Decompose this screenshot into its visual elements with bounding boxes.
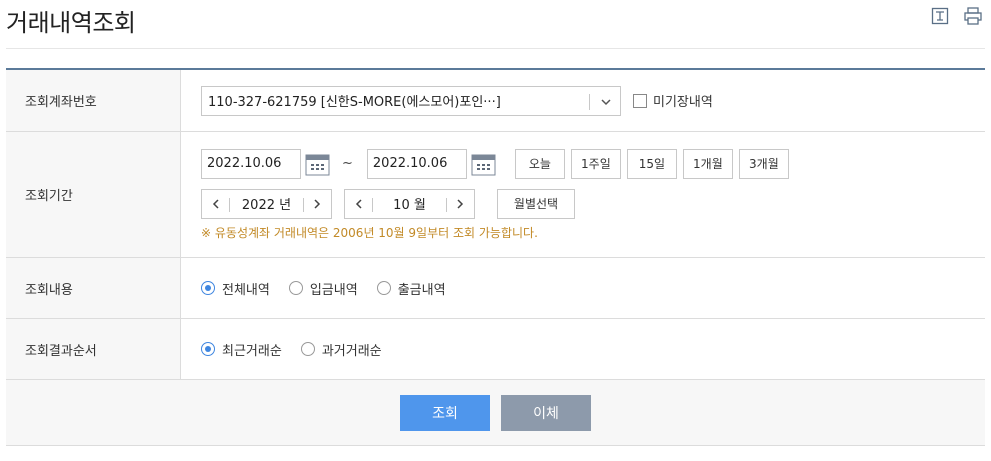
content-type-radio-group: 전체내역 입금내역 출금내역 — [201, 279, 985, 298]
transfer-button[interactable]: 이체 — [501, 394, 591, 431]
month-stepper: 10 월 — [344, 188, 475, 219]
radio-recent-first[interactable]: 최근거래순 — [201, 340, 282, 359]
month-value: 10 월 — [393, 198, 426, 213]
period-today-button[interactable]: 오늘 — [514, 148, 565, 179]
period-3months-button[interactable]: 3개월 — [738, 148, 789, 179]
calendar-icon[interactable] — [303, 149, 332, 179]
start-date-input[interactable]: 2022.10.06 — [201, 148, 301, 179]
month-prev-button[interactable] — [345, 190, 373, 218]
month-select-button[interactable]: 월별선택 — [497, 188, 575, 219]
search-button[interactable]: 조회 — [400, 394, 490, 431]
row-result-order: 조회결과순서 최근거래순 과거거래순 — [6, 319, 985, 380]
radio-unselected-icon — [288, 281, 303, 295]
content-type-label: 조회내용 — [6, 258, 181, 318]
period-1week-button[interactable]: 1주일 — [570, 148, 621, 179]
radio-unselected-icon — [300, 342, 315, 356]
unposted-checkbox[interactable] — [633, 93, 647, 108]
month-next-button[interactable] — [445, 190, 474, 218]
result-order-radio-group: 최근거래순 과거거래순 — [201, 340, 985, 359]
row-account: 조회계좌번호 110-327-621759 [신한S-MORE(에스모어)포인·… — [6, 70, 985, 132]
account-select[interactable]: 110-327-621759 [신한S-MORE(에스모어)포인···] — [201, 85, 621, 116]
radio-selected-icon — [201, 342, 215, 356]
text-size-icon[interactable] — [930, 6, 950, 26]
print-icon[interactable] — [963, 6, 983, 26]
period-notice: ※ 유동성계좌 거래내역은 2006년 10월 9일부터 조회 가능합니다. — [201, 225, 538, 240]
action-bar: 조회 이체 — [6, 380, 985, 446]
radio-unselected-icon — [376, 281, 391, 295]
year-stepper: 2022 년 — [201, 188, 332, 219]
row-period: 조회기간 2022.10.06 ~ 2022.10.06 오늘 1주일 15일 … — [6, 132, 985, 258]
period-1month-button[interactable]: 1개월 — [682, 148, 733, 179]
end-date-input[interactable]: 2022.10.06 — [366, 148, 467, 179]
radio-selected-icon — [201, 281, 215, 295]
calendar-icon[interactable] — [469, 149, 498, 179]
date-range-separator: ~ — [342, 156, 353, 171]
row-content-type: 조회내용 전체내역 입금내역 출금내역 — [6, 258, 985, 319]
top-toolbar — [930, 6, 983, 26]
chevron-down-icon — [600, 96, 612, 112]
radio-oldest-first[interactable]: 과거거래순 — [300, 340, 382, 359]
year-next-button[interactable] — [303, 190, 331, 218]
quick-period-buttons: 오늘 1주일 15일 1개월 3개월 — [514, 148, 789, 179]
search-form: 조회계좌번호 110-327-621759 [신한S-MORE(에스모어)포인·… — [6, 68, 985, 380]
page-title: 거래내역조회 — [6, 9, 136, 37]
year-value: 2022 년 — [241, 198, 292, 213]
radio-all[interactable]: 전체내역 — [201, 279, 270, 298]
unposted-checkbox-label: 미기장내역 — [653, 95, 713, 110]
result-order-label: 조회결과순서 — [6, 319, 181, 379]
year-prev-button[interactable] — [202, 190, 230, 218]
radio-withdrawal[interactable]: 출금내역 — [376, 279, 446, 298]
period-15days-button[interactable]: 15일 — [626, 148, 677, 179]
title-divider — [6, 48, 985, 49]
radio-deposit[interactable]: 입금내역 — [288, 279, 358, 298]
period-label: 조회기간 — [6, 132, 181, 257]
account-label: 조회계좌번호 — [6, 70, 181, 131]
account-select-value: 110-327-621759 [신한S-MORE(에스모어)포인···] — [208, 95, 501, 110]
